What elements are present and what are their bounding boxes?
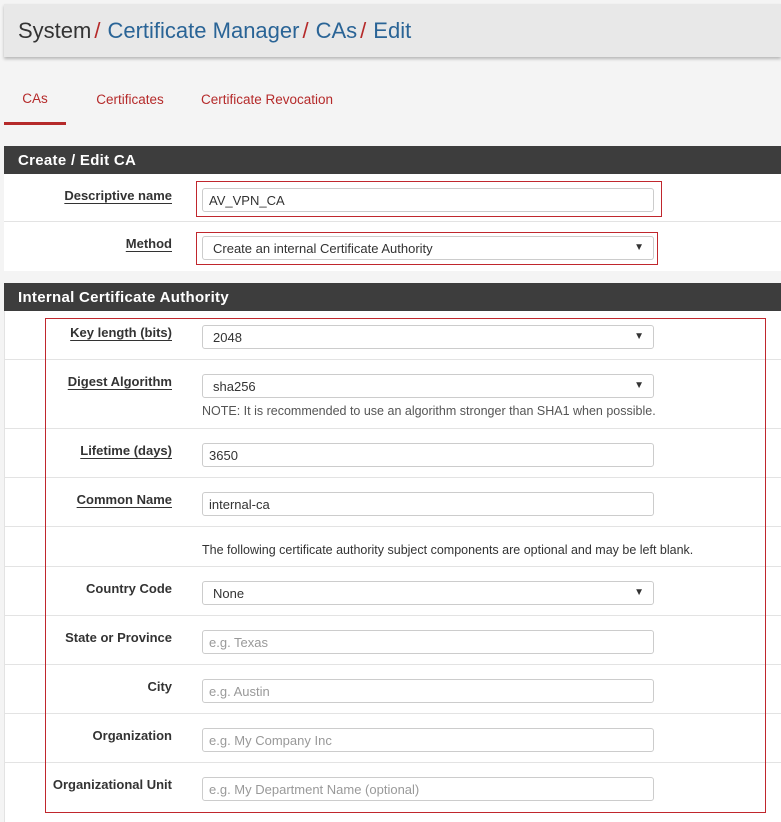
country-row: Country Code None ▼ <box>4 567 781 616</box>
digest-row: Digest Algorithm sha256 ▼ NOTE: It is re… <box>4 360 781 429</box>
tab-bar: CAs Certificates Certificate Revocation <box>4 74 781 126</box>
breadcrumb-certificate-manager[interactable]: Certificate Manager <box>107 18 299 44</box>
method-label: Method <box>125 236 172 251</box>
common-name-label: Common Name <box>76 492 172 507</box>
digest-label: Digest Algorithm <box>67 374 172 389</box>
country-select[interactable]: None ▼ <box>202 581 654 605</box>
org-unit-row: Organizational Unit <box>4 763 781 812</box>
breadcrumb-separator: / <box>360 17 367 43</box>
digest-select[interactable]: sha256 ▼ <box>202 374 654 398</box>
caret-down-icon: ▼ <box>634 242 644 253</box>
country-label: Country Code <box>86 581 172 596</box>
common-name-input[interactable] <box>202 492 654 516</box>
key-length-row: Key length (bits) 2048 ▼ <box>4 311 781 360</box>
descriptive-name-label: Descriptive name <box>64 188 172 203</box>
internal-ca-heading: Internal Certificate Authority <box>4 283 781 311</box>
digest-value: sha256 <box>213 378 256 394</box>
internal-ca-panel: Key length (bits) 2048 ▼ Digest Algorith… <box>4 311 781 822</box>
lifetime-input[interactable] <box>202 443 654 467</box>
optional-note-row: The following certificate authority subj… <box>4 527 781 567</box>
descriptive-name-input[interactable] <box>202 188 654 212</box>
create-edit-ca-panel: Descriptive name Method Create an intern… <box>4 174 781 271</box>
breadcrumb-system: System <box>18 17 92 43</box>
digest-note: NOTE: It is recommended to use an algori… <box>202 404 656 418</box>
key-length-select[interactable]: 2048 ▼ <box>202 325 654 349</box>
breadcrumb-edit[interactable]: Edit <box>373 18 411 44</box>
breadcrumb-separator: / <box>94 17 101 43</box>
optional-note: The following certificate authority subj… <box>202 543 694 557</box>
common-name-row: Common Name <box>4 478 781 527</box>
city-row: City <box>4 665 781 714</box>
key-length-value: 2048 <box>213 329 242 345</box>
state-row: State or Province <box>4 616 781 665</box>
method-select[interactable]: Create an internal Certificate Authority… <box>202 236 654 260</box>
descriptive-name-row: Descriptive name <box>4 174 781 222</box>
tab-certificate-revocation[interactable]: Certificate Revocation <box>194 74 340 124</box>
create-edit-ca-heading: Create / Edit CA <box>4 146 781 174</box>
method-row: Method Create an internal Certificate Au… <box>4 222 781 271</box>
caret-down-icon: ▼ <box>634 331 644 342</box>
lifetime-label: Lifetime (days) <box>80 443 172 458</box>
breadcrumb-separator: / <box>302 17 309 43</box>
organization-label: Organization <box>92 728 172 743</box>
method-select-value: Create an internal Certificate Authority <box>213 240 433 256</box>
caret-down-icon: ▼ <box>634 587 644 598</box>
organization-input[interactable] <box>202 728 654 752</box>
city-label: City <box>147 679 172 694</box>
org-unit-label: Organizational Unit <box>52 777 172 792</box>
tab-certificates[interactable]: Certificates <box>81 74 179 124</box>
breadcrumb-cas[interactable]: CAs <box>316 18 358 44</box>
org-unit-input[interactable] <box>202 777 654 801</box>
caret-down-icon: ▼ <box>634 380 644 391</box>
tab-cas[interactable]: CAs <box>4 74 66 125</box>
key-length-label: Key length (bits) <box>70 325 172 340</box>
lifetime-row: Lifetime (days) <box>4 429 781 478</box>
state-input[interactable] <box>202 630 654 654</box>
city-input[interactable] <box>202 679 654 703</box>
organization-row: Organization <box>4 714 781 763</box>
state-label: State or Province <box>65 630 172 645</box>
country-value: None <box>213 585 245 601</box>
breadcrumb: System / Certificate Manager / CAs / Edi… <box>4 4 781 57</box>
